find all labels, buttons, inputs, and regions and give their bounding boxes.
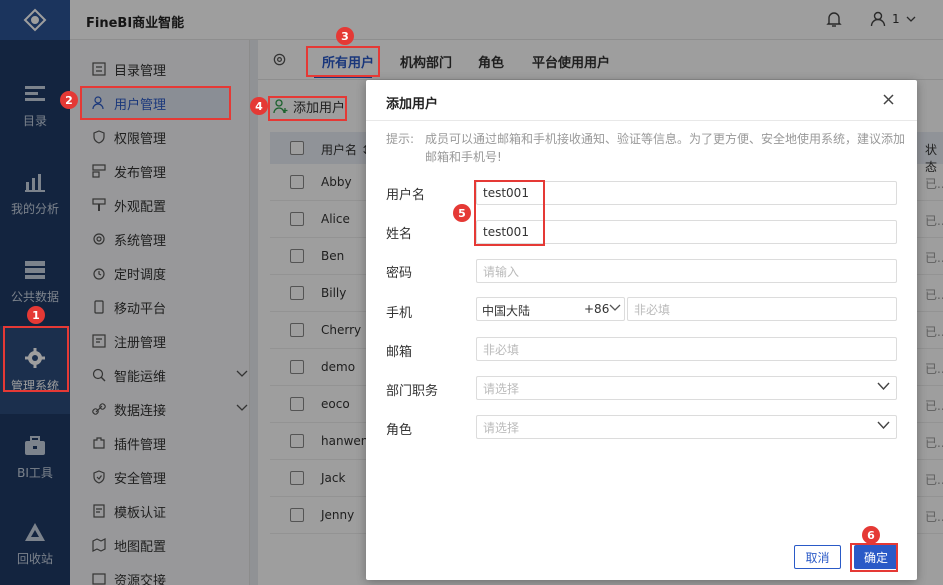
- email-label: 邮箱: [386, 345, 413, 360]
- hint-label: 提示:: [386, 132, 415, 146]
- password-input[interactable]: 请输入: [476, 259, 897, 283]
- annotation-badge-2: 2: [60, 91, 78, 109]
- country-code-select[interactable]: 中国大陆 +86: [476, 297, 625, 321]
- realname-input[interactable]: test001: [476, 220, 897, 244]
- role-placeholder: 请选择: [483, 420, 520, 435]
- dialog-divider: [366, 120, 917, 121]
- password-label: 密码: [386, 266, 413, 281]
- country-name: 中国大陆: [482, 304, 531, 318]
- role-select[interactable]: 请选择: [476, 415, 897, 439]
- annotation-badge-6: 6: [862, 526, 880, 544]
- confirm-button[interactable]: 确定: [854, 545, 898, 569]
- cancel-button[interactable]: 取消: [794, 545, 841, 569]
- role-label: 角色: [386, 423, 413, 438]
- dialog-title: 添加用户: [386, 97, 439, 112]
- department-select[interactable]: 请选择: [476, 376, 897, 400]
- chevron-down-icon: [877, 421, 890, 429]
- email-input[interactable]: 非必填: [476, 337, 897, 361]
- username-input[interactable]: test001: [476, 181, 897, 205]
- phone-field: 中国大陆 +86 非必填: [476, 297, 897, 321]
- annotation-badge-5: 5: [453, 204, 471, 222]
- realname-label: 姓名: [386, 227, 413, 242]
- chevron-down-icon: [877, 382, 890, 390]
- phone-label: 手机: [386, 306, 413, 321]
- department-placeholder: 请选择: [483, 381, 520, 396]
- department-label: 部门职务: [386, 384, 439, 399]
- hint-text: 成员可以通过邮箱和手机接收通知、验证等信息。为了更方便、安全地使用系统，建议添加…: [425, 132, 906, 164]
- annotation-badge-1: 1: [27, 306, 45, 324]
- chevron-down-icon: [609, 304, 621, 311]
- app-root: 目录 我的分析 公共数据 管理系统 BI工具 回收站 FineBI商业智能 1 …: [0, 0, 943, 585]
- country-code: +86: [584, 302, 610, 316]
- username-label: 用户名: [386, 188, 426, 203]
- phone-input[interactable]: 非必填: [627, 297, 897, 321]
- annotation-badge-4: 4: [250, 97, 268, 115]
- annotation-badge-3: 3: [336, 27, 354, 45]
- close-icon[interactable]: [883, 94, 894, 109]
- add-user-dialog: 添加用户 提示: 成员可以通过邮箱和手机接收通知、验证等信息。为了更方便、安全地…: [366, 80, 917, 580]
